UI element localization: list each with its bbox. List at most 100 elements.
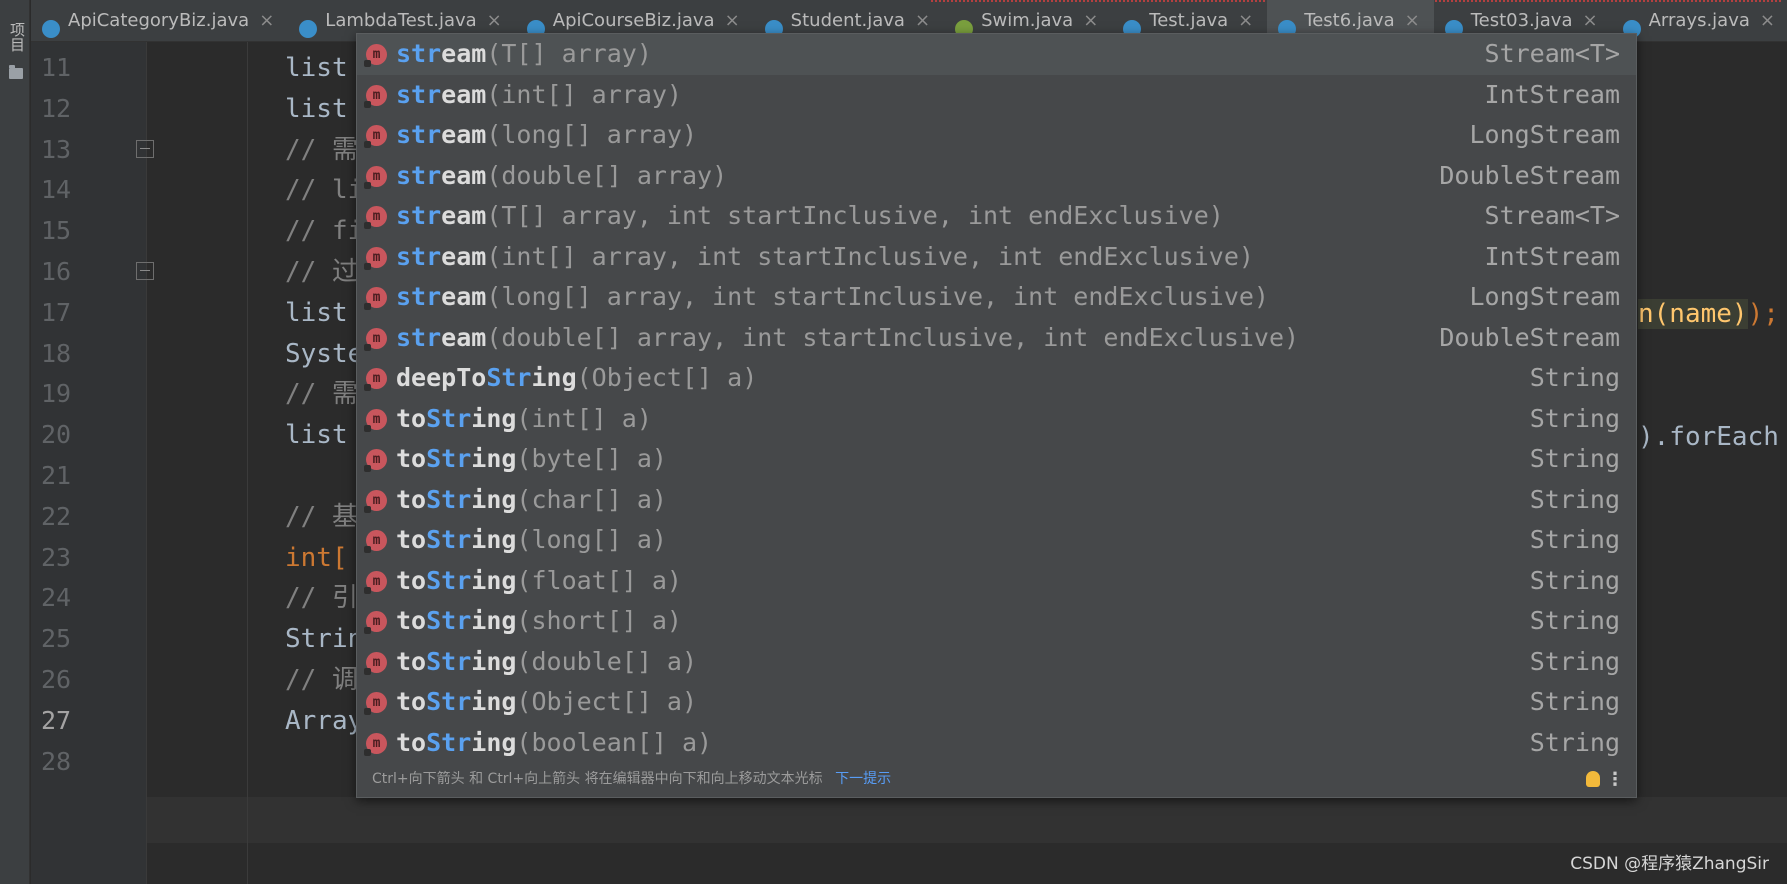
method-icon: m (364, 368, 387, 391)
name-prefix: to (396, 727, 427, 757)
name-prefix: to (396, 484, 427, 514)
completion-return-type: String (1529, 403, 1620, 433)
line-text: list (285, 45, 348, 91)
line-text: // 需 (285, 127, 358, 173)
close-icon[interactable]: × (259, 10, 274, 31)
completion-name: stream(long[] array) (396, 115, 697, 156)
completion-return-type: IntStream (1484, 241, 1620, 271)
line-number: 20 (41, 420, 72, 450)
completion-name: toString(float[] a) (396, 561, 682, 602)
line-number: 19 (41, 379, 72, 409)
name-rest: ing (471, 687, 517, 716)
close-icon[interactable]: × (1405, 10, 1420, 31)
fold-marker-icon[interactable] (136, 262, 154, 280)
line-text: list (285, 412, 348, 458)
line-number: 23 (41, 542, 72, 572)
completion-params: (double[] array, int startInclusive, int… (486, 322, 1300, 352)
completion-item[interactable]: m stream(double[] array) DoubleStream (357, 156, 1636, 197)
completion-name: toString(boolean[] a) (396, 723, 712, 764)
completion-item[interactable]: m stream(T[] array, int startInclusive, i… (357, 196, 1636, 237)
completion-return-type: String (1529, 525, 1620, 554)
completion-item[interactable]: m stream(long[] array, int startInclusive… (357, 277, 1636, 318)
code-text: int[ (285, 542, 348, 573)
watermark: CSDN @程序猿ZhangSir (1570, 854, 1769, 874)
code-completion-popup[interactable]: m stream(T[] array) Stream<T> m stream(int[]… (356, 33, 1637, 798)
code-text: // 需 (285, 134, 358, 165)
name-rest: eam (441, 241, 487, 271)
completion-item[interactable]: m deepToString(Object[] a) String (357, 358, 1636, 399)
method-icon: m (364, 530, 387, 553)
name-rest: eam (441, 282, 487, 311)
close-icon[interactable]: × (725, 10, 740, 31)
name-match: Str (426, 687, 472, 716)
code-text: list (285, 420, 348, 451)
line-text: // 过 (285, 249, 358, 295)
completion-return-type: Stream<T> (1484, 201, 1620, 230)
name-rest: ing (471, 444, 517, 473)
completion-item[interactable]: m toString(short[] a) String (357, 601, 1636, 642)
more-options-icon[interactable]: ⋮ (1606, 762, 1624, 797)
completion-name: toString(Object[] a) (396, 682, 697, 723)
line-number: 11 (41, 53, 72, 82)
tab-label: ApiCategoryBiz.java (68, 10, 250, 31)
name-prefix: deepTo (396, 363, 487, 392)
footer-tip: Ctrl+向下箭头 和 Ctrl+向上箭头 将在编辑器中向下和向上移动文本光标 (372, 771, 823, 787)
code-text: // 引 (285, 583, 358, 614)
editor-tab[interactable]: class-iconArrays.java× (1612, 0, 1787, 41)
line-text: list (285, 290, 348, 336)
completion-item[interactable]: m toString(float[] a) String (357, 561, 1636, 602)
close-icon[interactable]: × (1583, 10, 1598, 31)
folder-icon[interactable] (9, 65, 23, 79)
completion-return-type: String (1529, 444, 1620, 473)
fold-marker-icon[interactable] (136, 139, 154, 158)
completion-name: stream(int[] array) (396, 75, 682, 116)
line-number: 18 (41, 338, 72, 368)
completion-item[interactable]: m toString(byte[] a) String (357, 439, 1636, 480)
completion-return-type: String (1529, 687, 1620, 716)
completion-name: toString(double[] a) (396, 642, 697, 683)
close-icon[interactable]: × (1238, 10, 1253, 31)
completion-name: stream(double[] array) (396, 156, 727, 197)
completion-params: (boolean[] a) (516, 727, 713, 757)
close-icon[interactable]: × (915, 10, 930, 31)
completion-item[interactable]: m toString(boolean[] a) String (357, 723, 1636, 764)
project-tool-label[interactable]: 项目 (7, 22, 28, 52)
tab-label: Arrays.java (1648, 10, 1750, 31)
line-number: 21 (41, 461, 72, 490)
name-prefix: to (396, 403, 427, 433)
completion-item[interactable]: m stream(long[] array) LongStream (357, 115, 1636, 156)
completion-name: toString(long[] a) (396, 520, 667, 561)
name-rest: eam (441, 120, 487, 149)
code-text: Strin (285, 624, 364, 655)
completion-item[interactable]: m stream(int[] array) IntStream (357, 75, 1636, 116)
method-icon: m (364, 651, 387, 675)
completion-item[interactable]: m toString(char[] a) String (357, 480, 1636, 521)
class-icon: class-icon (42, 20, 60, 38)
completion-item[interactable]: m toString(int[] a) String (357, 399, 1636, 440)
name-rest: ing (471, 525, 517, 554)
code-text: list (285, 53, 348, 83)
method-icon: m (364, 611, 387, 634)
completion-item[interactable]: m toString(double[] a) String (357, 642, 1636, 683)
completion-name: stream(T[] array) (396, 34, 652, 75)
editor-tab[interactable]: class-icon ApiCategoryBiz.java × (31, 0, 288, 41)
tab-label: Test6.java (1304, 10, 1395, 31)
name-rest: ing (471, 727, 517, 757)
line-text: // 需 (285, 371, 358, 417)
tab-label: Test03.java (1470, 10, 1573, 31)
completion-item[interactable]: m toString(Object[] a) String (357, 682, 1636, 723)
completion-return-type: DoubleStream (1439, 160, 1620, 190)
method-icon: m (364, 570, 387, 594)
next-tip-link[interactable]: 下一提示 (835, 771, 891, 787)
close-icon[interactable]: × (487, 10, 502, 31)
completion-item[interactable]: m stream(int[] array, int startInclusive,… (357, 237, 1636, 278)
lightbulb-icon[interactable] (1586, 771, 1600, 787)
class-icon: class-icon (299, 20, 318, 38)
current-line-highlight (147, 797, 1787, 843)
close-icon[interactable]: × (1083, 10, 1098, 31)
completion-item[interactable]: m stream(double[] array, int startInclusi… (357, 318, 1636, 359)
close-icon[interactable]: × (1760, 10, 1775, 31)
completion-item[interactable]: m stream(T[] array) Stream<T> (357, 34, 1636, 75)
completion-item[interactable]: m toString(long[] a) String (357, 520, 1636, 561)
line-text: // 基 (285, 494, 358, 540)
